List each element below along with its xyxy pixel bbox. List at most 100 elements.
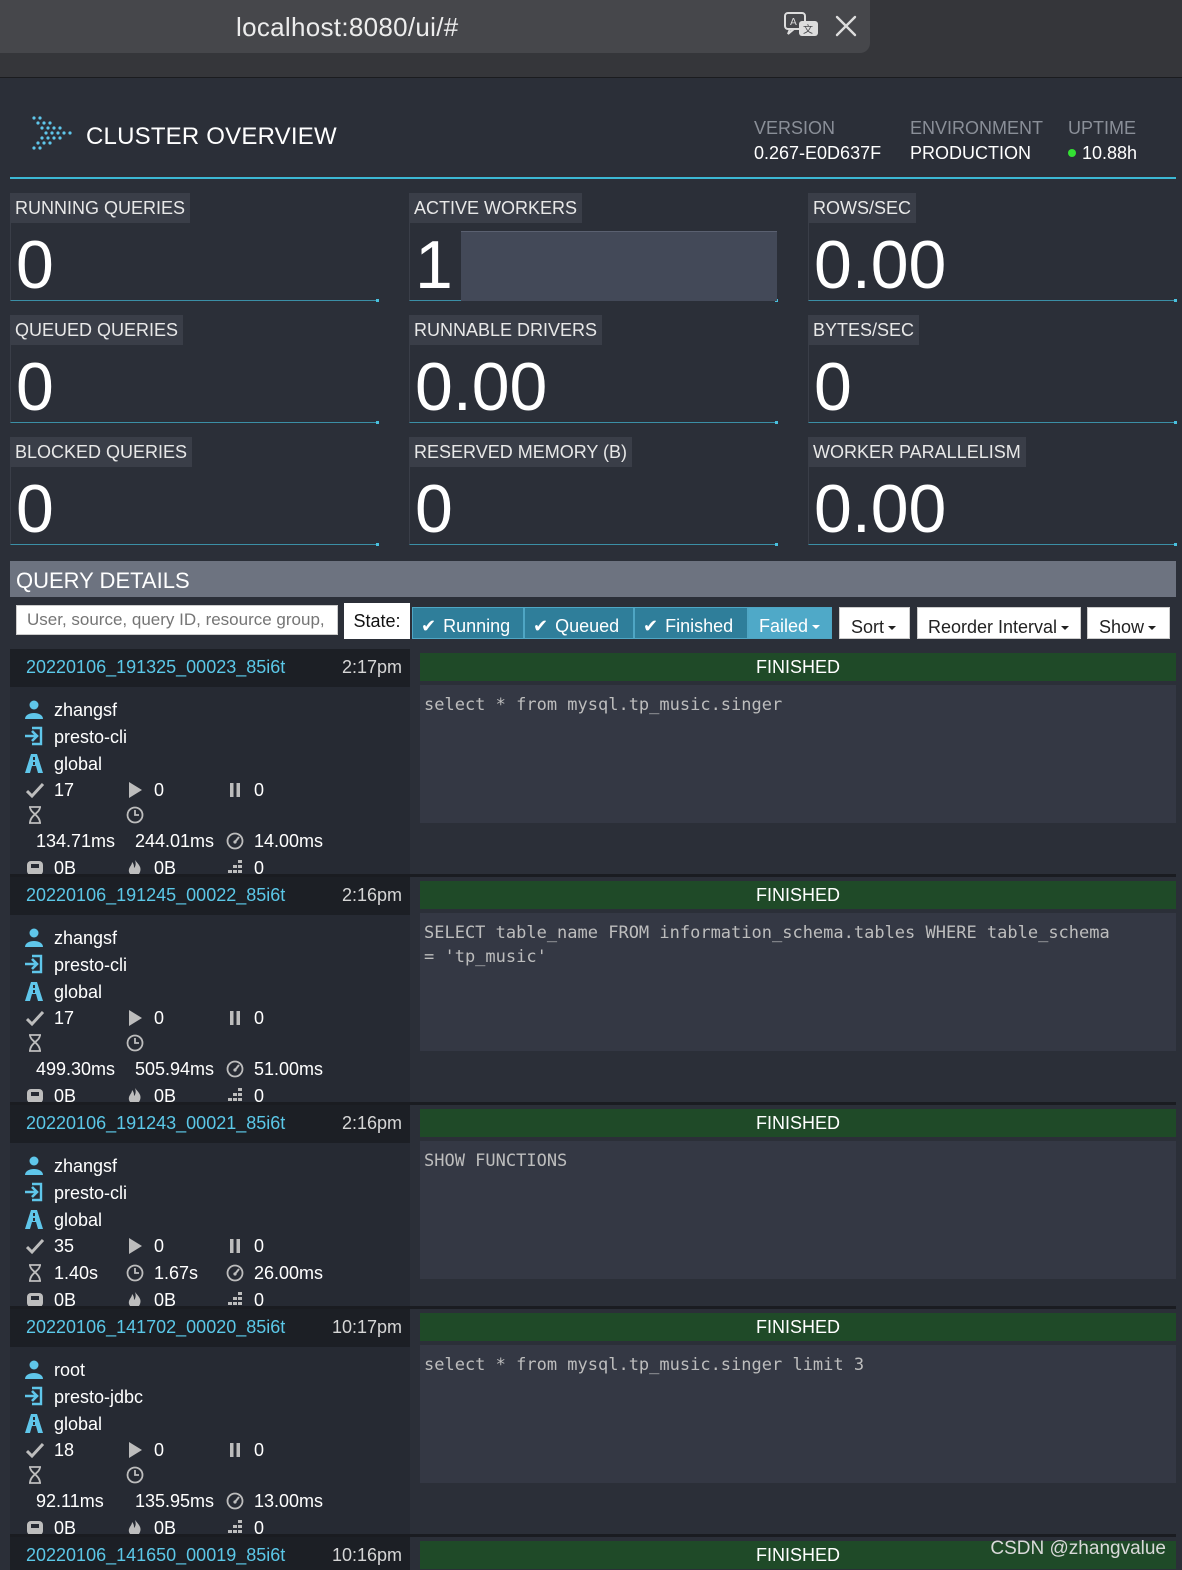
elapsed-icon-row bbox=[26, 805, 54, 826]
url-text[interactable]: localhost:8080/ui/# bbox=[236, 12, 459, 43]
clock-icon bbox=[126, 806, 144, 824]
cpu-time: 135.95ms bbox=[135, 1491, 215, 1511]
check-icon bbox=[25, 781, 45, 799]
query-info-panel: 20220106_141650_00019_85i6t 10:16pm bbox=[10, 1537, 410, 1570]
close-icon[interactable] bbox=[834, 14, 858, 38]
completed-splits: 35 bbox=[54, 1236, 75, 1256]
translate-icon[interactable]: A 文 bbox=[784, 12, 820, 40]
gauge-icon bbox=[226, 1264, 244, 1282]
cpu-time: 1.67s bbox=[154, 1263, 199, 1283]
runnable-drivers-label: RUNNABLE DRIVERS bbox=[409, 315, 603, 345]
filter-finished-button[interactable]: ✔ Finished bbox=[634, 607, 748, 639]
query-id-link[interactable]: 20220106_141702_00020_85i6t bbox=[26, 1317, 285, 1338]
cpu-icon-row bbox=[126, 1465, 154, 1486]
clock-icon bbox=[126, 1264, 144, 1282]
query-user-row: zhangsf bbox=[24, 699, 117, 721]
uptime-value-row: 10.88h bbox=[1068, 143, 1137, 164]
query-sql[interactable]: select * from mysql.tp_music.singer bbox=[420, 685, 1176, 823]
elapsed-time: 499.30ms bbox=[36, 1059, 116, 1079]
uptime-label: UPTIME bbox=[1068, 118, 1137, 138]
version-block: VERSION 0.267-E0D637F bbox=[754, 118, 881, 164]
queued-splits-row: 0 bbox=[226, 1440, 264, 1461]
execution-time: 13.00ms bbox=[254, 1491, 324, 1511]
filter-queued-button[interactable]: ✔ Queued bbox=[524, 607, 634, 639]
user-icon bbox=[24, 1155, 44, 1175]
user-icon bbox=[24, 927, 44, 947]
query-row[interactable]: 20220106_191245_00022_85i6t 2:16pm zhang… bbox=[10, 877, 1176, 1106]
query-id-bar: 20220106_191243_00021_85i6t 2:16pm bbox=[10, 1105, 410, 1143]
query-source: presto-cli bbox=[54, 1183, 128, 1203]
elapsed-time: 92.11ms bbox=[36, 1491, 104, 1511]
running-queries-value: 0 bbox=[16, 227, 54, 303]
play-icon bbox=[126, 1237, 144, 1255]
hourglass-icon bbox=[26, 1264, 44, 1282]
query-time: 10:17pm bbox=[331, 1317, 402, 1337]
user-icon bbox=[24, 699, 44, 719]
query-state-badge: FINISHED bbox=[420, 653, 1176, 681]
query-user-row: zhangsf bbox=[24, 1155, 117, 1177]
filter-queued-label: Queued bbox=[555, 616, 620, 636]
query-search-input[interactable] bbox=[16, 605, 338, 635]
completed-splits: 17 bbox=[54, 780, 75, 800]
filter-running-button[interactable]: ✔ Running bbox=[412, 607, 524, 639]
chevron-down-icon bbox=[888, 626, 897, 630]
execution-time-row: 14.00ms bbox=[226, 831, 323, 852]
gauge-icon bbox=[226, 1060, 244, 1078]
blocked-queries-value: 0 bbox=[16, 471, 54, 547]
gauge-icon bbox=[226, 1492, 244, 1510]
query-sql[interactable]: select * from mysql.tp_music.singer limi… bbox=[420, 1345, 1176, 1483]
pause-icon bbox=[226, 781, 244, 799]
query-id-link[interactable]: 20220106_141650_00019_85i6t bbox=[26, 1545, 285, 1566]
query-sql[interactable]: SELECT table_name FROM information_schem… bbox=[420, 913, 1176, 1051]
query-resource-group: global bbox=[54, 1414, 103, 1434]
running-splits-row: 0 bbox=[126, 1440, 164, 1461]
running-splits-row: 0 bbox=[126, 1008, 164, 1029]
query-info-panel: 20220106_191325_00023_85i6t 2:17pm zhang… bbox=[10, 649, 410, 878]
pause-icon bbox=[226, 1009, 244, 1027]
reorder-interval-dropdown[interactable]: Reorder Interval bbox=[917, 607, 1081, 639]
query-id-link[interactable]: 20220106_191325_00023_85i6t bbox=[26, 657, 285, 678]
user-icon bbox=[24, 1359, 44, 1379]
chevron-down-icon bbox=[812, 625, 821, 629]
queued-queries-sparkline bbox=[10, 345, 379, 424]
resource-group-icon bbox=[24, 981, 44, 1001]
query-row[interactable]: 20220106_141702_00020_85i6t 10:17pm root… bbox=[10, 1309, 1176, 1538]
cpu-time: 505.94ms bbox=[135, 1059, 215, 1079]
version-value: 0.267-E0D637F bbox=[754, 143, 882, 163]
presto-logo-icon[interactable] bbox=[30, 114, 72, 150]
query-source-row: presto-jdbc bbox=[24, 1386, 143, 1408]
running-splits: 0 bbox=[154, 780, 165, 800]
sort-dropdown[interactable]: Sort bbox=[839, 607, 910, 639]
queued-queries-value: 0 bbox=[16, 349, 54, 425]
elapsed-time-row: 499.30ms bbox=[36, 1059, 115, 1080]
watermark: CSDN @zhangvalue bbox=[990, 1538, 1166, 1559]
query-info-panel: 20220106_141702_00020_85i6t 10:17pm root… bbox=[10, 1309, 410, 1538]
pause-icon bbox=[226, 1237, 244, 1255]
completed-splits: 18 bbox=[54, 1440, 75, 1460]
query-sql[interactable]: SHOW FUNCTIONS bbox=[420, 1141, 1176, 1279]
cpu-icon-row bbox=[126, 1033, 154, 1054]
bytes-sec-value: 0 bbox=[814, 349, 852, 425]
completed-splits-row: 35 bbox=[25, 1236, 75, 1257]
sort-label: Sort bbox=[851, 617, 885, 637]
chevron-down-icon bbox=[1061, 626, 1070, 630]
worker-parallelism-value: 0.00 bbox=[814, 471, 947, 547]
execution-time: 14.00ms bbox=[254, 831, 324, 851]
show-dropdown[interactable]: Show bbox=[1087, 607, 1170, 639]
query-row[interactable]: 20220106_191243_00021_85i6t 2:16pm zhang… bbox=[10, 1105, 1176, 1310]
filter-failed-dropdown[interactable]: Failed bbox=[748, 607, 832, 639]
query-user-row: root bbox=[24, 1359, 85, 1381]
source-icon bbox=[24, 726, 44, 746]
query-row[interactable]: 20220106_191325_00023_85i6t 2:17pm zhang… bbox=[10, 649, 1176, 878]
active-workers-tile: ACTIVE WORKERS 1 bbox=[409, 193, 778, 303]
query-resource-group: global bbox=[54, 1210, 103, 1230]
address-bar[interactable]: localhost:8080/ui/# A 文 bbox=[0, 0, 870, 53]
query-id-link[interactable]: 20220106_191243_00021_85i6t bbox=[26, 1113, 285, 1134]
query-source-row: presto-cli bbox=[24, 954, 127, 976]
query-id-link[interactable]: 20220106_191245_00022_85i6t bbox=[26, 885, 285, 906]
query-id-bar: 20220106_141650_00019_85i6t 10:16pm bbox=[10, 1537, 410, 1570]
running-queries-tile: RUNNING QUERIES 0 bbox=[10, 193, 379, 303]
uptime-block: UPTIME 10.88h bbox=[1068, 118, 1137, 164]
browser-toolbar: localhost:8080/ui/# A 文 bbox=[0, 0, 1182, 78]
query-state-badge: FINISHED bbox=[420, 881, 1176, 909]
